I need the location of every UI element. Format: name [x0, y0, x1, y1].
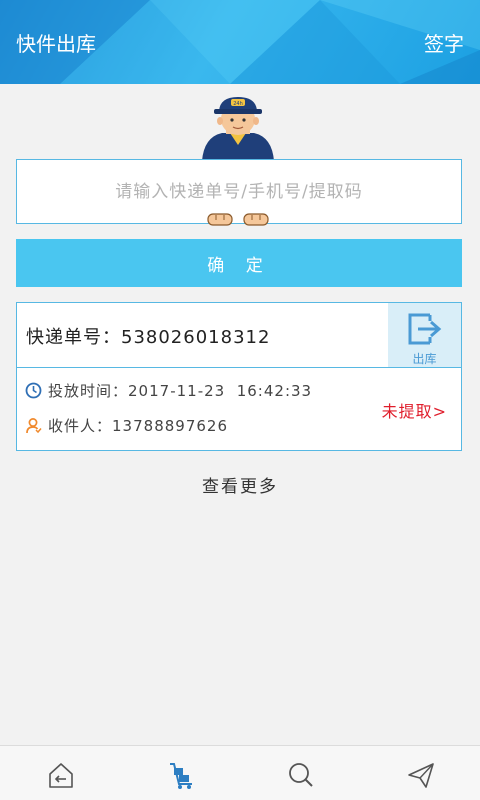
checkout-button[interactable]: 出库: [388, 303, 461, 367]
sign-button[interactable]: 签字: [424, 28, 464, 57]
drop-time-row: 投放时间： 2017-11-23 16:42:33: [25, 380, 312, 401]
recipient-label: 收件人：: [48, 417, 113, 435]
parcel-card: 快递单号：538026018312 出库 投放时间： 2017-11-23 16:…: [16, 302, 462, 451]
confirm-button[interactable]: 确 定: [16, 239, 462, 287]
page-title: 快件出库: [16, 32, 96, 56]
recipient-row: 收件人： 13788897626: [25, 415, 228, 436]
checkout-icon: [408, 313, 442, 345]
delivery-cart-icon[interactable]: [167, 760, 197, 790]
tracking-label: 快递单号：: [26, 327, 121, 348]
bottom-tab-bar: [0, 745, 480, 800]
tracking-number-row: 快递单号：538026018312: [26, 323, 270, 349]
mascot-cap-text: 24h: [233, 101, 243, 107]
courier-hands-icon: [207, 213, 269, 226]
drop-time-value: 2017-11-23 16:42:33: [128, 381, 313, 400]
header: 快件出库 签字: [0, 0, 480, 84]
parcel-card-header: 快递单号：538026018312 出库: [17, 303, 461, 368]
checkout-label: 出库: [412, 352, 437, 366]
clock-icon: [25, 382, 42, 399]
tracking-number: 538026018312: [121, 327, 271, 348]
view-more-link[interactable]: 查看更多: [0, 472, 480, 497]
home-return-icon[interactable]: [46, 760, 76, 790]
courier-mascot-icon: 24h: [202, 97, 274, 161]
recipient-phone: 13788897626: [112, 416, 228, 435]
send-icon[interactable]: [406, 760, 436, 790]
drop-time-label: 投放时间：: [48, 382, 129, 400]
pickup-status-link[interactable]: 未提取>: [382, 398, 447, 422]
recipient-icon: [26, 418, 42, 434]
search-icon[interactable]: [286, 760, 316, 790]
